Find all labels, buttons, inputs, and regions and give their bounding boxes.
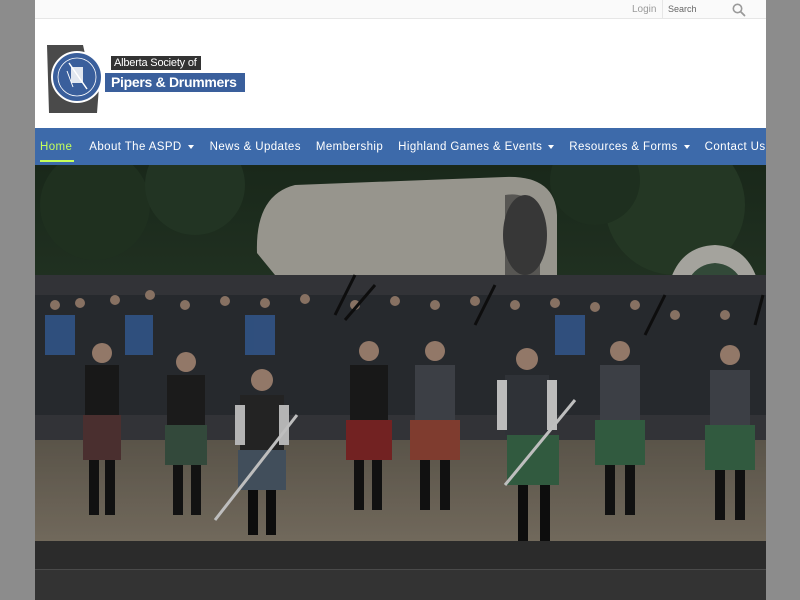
site-logo[interactable]: Alberta Society of Pipers & Drummers bbox=[43, 41, 245, 116]
main-navigation: Home About The ASPD News & Updates Membe… bbox=[35, 128, 766, 165]
search-box bbox=[662, 0, 766, 19]
nav-item-resources[interactable]: Resources & Forms bbox=[562, 128, 696, 165]
footer-bar bbox=[35, 541, 766, 569]
nav-item-news[interactable]: News & Updates bbox=[203, 128, 308, 165]
nav-item-label: News & Updates bbox=[209, 140, 301, 153]
nav-item-label: About The ASPD bbox=[89, 140, 182, 153]
logo-title-line2: Pipers & Drummers bbox=[105, 73, 245, 92]
search-icon[interactable] bbox=[731, 2, 747, 18]
nav-item-about[interactable]: About The ASPD bbox=[82, 128, 200, 165]
nav-item-label: Highland Games & Events bbox=[398, 140, 543, 153]
footer-section bbox=[35, 569, 766, 600]
nav-item-membership[interactable]: Membership bbox=[309, 128, 390, 165]
nav-item-label: Membership bbox=[315, 140, 384, 153]
top-utility-bar: Login bbox=[35, 0, 766, 19]
page: Login Alberta Society of Pipers & Drumme… bbox=[35, 0, 766, 600]
hero-image bbox=[35, 165, 766, 541]
logo-title-line1: Alberta Society of bbox=[111, 56, 201, 70]
nav-item-label: Contact Us bbox=[704, 140, 766, 153]
login-link[interactable]: Login bbox=[632, 4, 656, 15]
nav-item-label: Home bbox=[40, 140, 73, 153]
nav-item-label: Resources & Forms bbox=[569, 140, 678, 153]
chevron-down-icon bbox=[548, 144, 555, 149]
nav-item-home[interactable]: Home bbox=[35, 128, 79, 165]
search-input[interactable] bbox=[668, 2, 738, 16]
massed-pipe-bands-photo bbox=[35, 165, 766, 541]
site-header: Alberta Society of Pipers & Drummers bbox=[35, 19, 766, 128]
nav-item-highland-games[interactable]: Highland Games & Events bbox=[391, 128, 561, 165]
nav-item-contact[interactable]: Contact Us bbox=[698, 128, 766, 165]
chevron-down-icon bbox=[187, 144, 194, 149]
chevron-down-icon bbox=[683, 144, 690, 149]
